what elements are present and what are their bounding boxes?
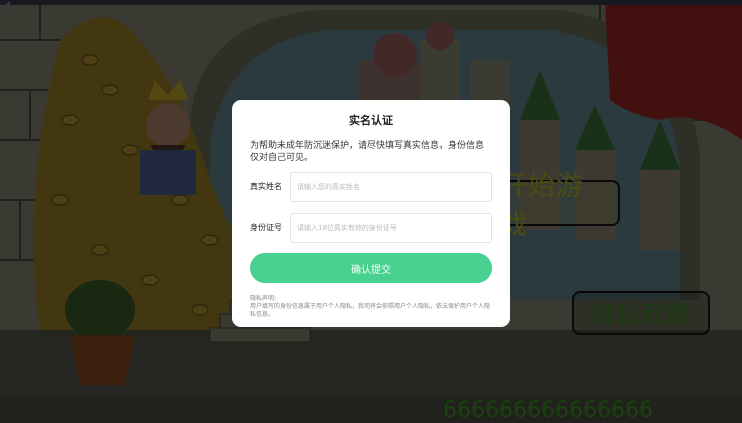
id-field-row: 身份证号 (250, 213, 492, 243)
privacy-notice-title: 隐私声明: (250, 295, 277, 302)
id-number-input[interactable] (290, 213, 492, 243)
privacy-notice-text: 用户填写的身份信息属于用户个人隐私，我司将会依照用户个人隐私，依法保护用户个人隐… (250, 303, 491, 318)
privacy-notice: 隐私声明: 用户填写的身份信息属于用户个人隐私，我司将会依照用户个人隐私，依法保… (250, 295, 492, 319)
real-name-input[interactable] (290, 172, 492, 202)
id-label: 身份证号 (250, 223, 282, 232)
name-field-row: 真实姓名 (250, 172, 492, 202)
submit-button[interactable]: 确认提交 (250, 253, 492, 283)
dialog-title: 实名认证 (349, 114, 393, 127)
real-name-auth-dialog: 实名认证 为帮助未成年防沉迷保护，请尽快填写真实信息，身份信息仅对自己可见。 真… (232, 100, 510, 327)
dialog-description: 为帮助未成年防沉迷保护，请尽快填写真实信息，身份信息仅对自己可见。 (250, 141, 485, 163)
name-label: 真实姓名 (250, 182, 282, 191)
